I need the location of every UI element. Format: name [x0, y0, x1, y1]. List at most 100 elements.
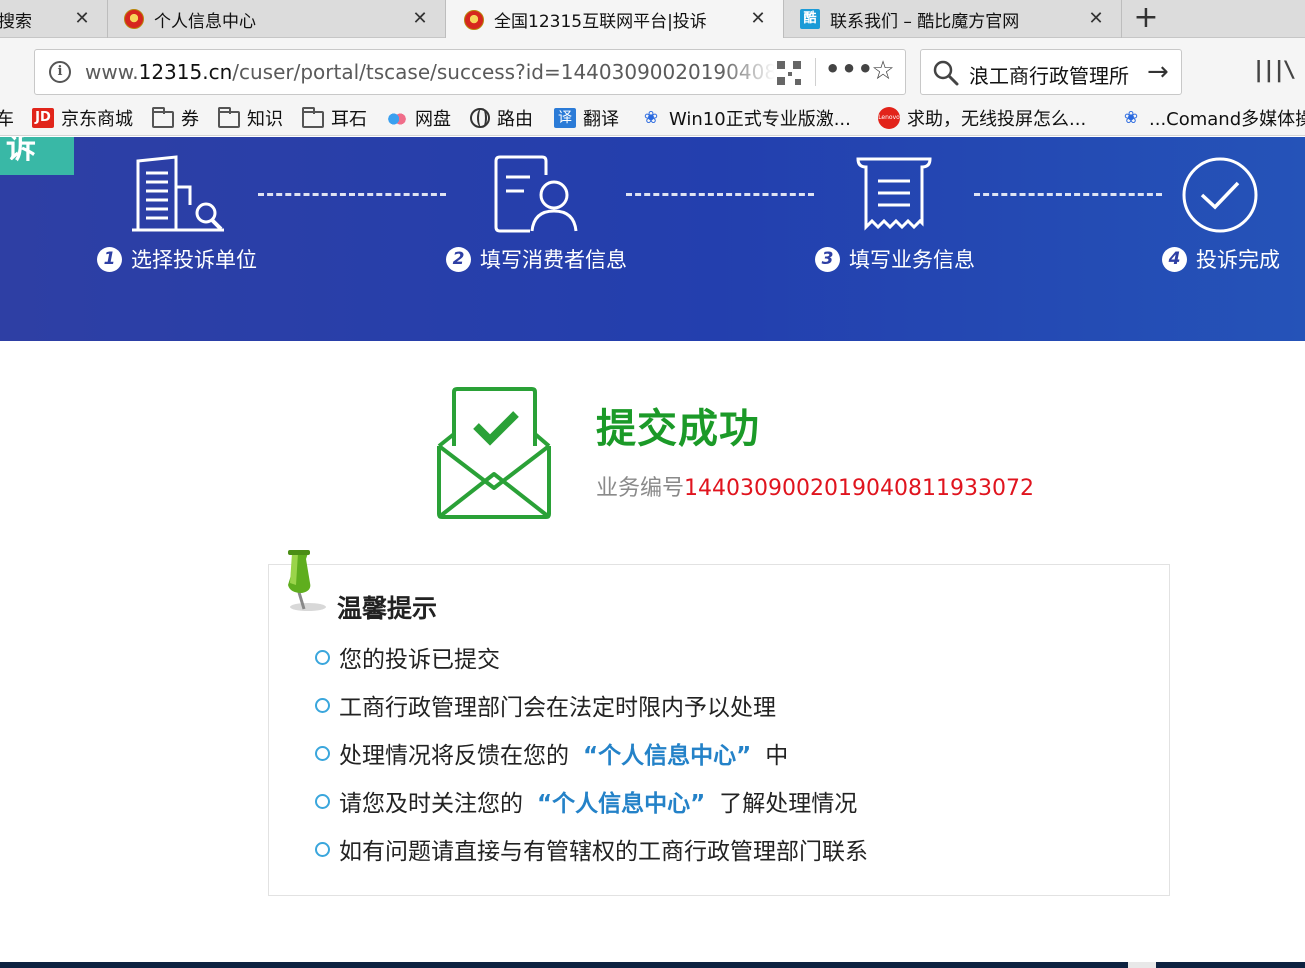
tab-title: 个人信息中心 [154, 11, 256, 32]
step-1: 1 选择投诉单位 [97, 244, 257, 274]
step-label: 填写业务信息 [849, 248, 975, 272]
step-number: 4 [1162, 246, 1187, 272]
more-actions-icon[interactable]: ••• [825, 54, 873, 88]
close-icon[interactable]: ✕ [746, 7, 770, 31]
footer-strip [0, 962, 1305, 968]
baidu-paw-icon: ❀ [643, 108, 659, 128]
step-label: 选择投诉单位 [131, 248, 257, 272]
tip-item: 如有问题请直接与有管辖权的工商行政管理部门联系 [313, 835, 868, 883]
arrow-right-icon[interactable]: → [1147, 56, 1169, 88]
folder-icon [218, 106, 240, 128]
step-4: 4 投诉完成 [1162, 244, 1280, 274]
tip-text: 请您及时关注您的 [339, 791, 523, 817]
circle-bullet-icon [315, 842, 330, 857]
bookmark-item[interactable]: Lenovo 求助，无线投屏怎么... [878, 106, 1086, 130]
building-search-icon [132, 155, 224, 232]
scrollbar-thumb[interactable] [1128, 962, 1156, 968]
step-number: 1 [97, 246, 122, 272]
business-number-line: 业务编号1440309002019040811933072 [596, 470, 1034, 502]
url-text[interactable]: www.12315.cn/cuser/portal/tscase/success… [85, 60, 775, 86]
tip-text: 您的投诉已提交 [339, 647, 500, 673]
bookmark-item[interactable]: 车 [0, 106, 14, 130]
step-label: 投诉完成 [1196, 248, 1280, 272]
success-title: 提交成功 [596, 406, 760, 452]
tab-kubi-contact[interactable]: 酷 联系我们 – 酷比魔方官网 ✕ [784, 0, 1122, 38]
bookmark-item[interactable]: JD 京东商城 [32, 106, 133, 130]
bookmark-item[interactable]: 译 翻译 [554, 106, 619, 130]
tips-title: 温馨提示 [337, 594, 438, 623]
progress-banner: 诉 1 选择投诉单位 2 填写消费者信息 3 填写业务信息 4 投诉完成 [0, 137, 1305, 341]
bookmark-star-icon[interactable]: ☆ [867, 54, 899, 88]
address-bar[interactable]: i www.12315.cn/cuser/portal/tscase/succe… [34, 49, 906, 95]
library-icon[interactable]: |||\ [1252, 58, 1296, 84]
circle-bullet-icon [315, 794, 330, 809]
bookmark-label: 路由 [497, 109, 533, 130]
bookmark-label: 网盘 [415, 109, 451, 130]
tip-text: 了解处理情况 [719, 791, 858, 817]
bookmark-folder[interactable]: 耳石 [302, 106, 367, 130]
url-path: /cuser/portal/tscase/success?id=14403090… [232, 60, 775, 84]
tab-strip: 搜索 ✕ 个人信息中心 ✕ 全国12315互联网平台|投诉 ✕ 酷 联系我们 –… [0, 0, 1305, 39]
search-bar[interactable]: 浪工商行政管理所 → [920, 49, 1182, 95]
tips-panel: 温馨提示 您的投诉已提交 工商行政管理部门会在法定时限内予以处理 处理情况将反馈… [268, 550, 1170, 896]
step-number: 3 [815, 246, 840, 272]
bookmark-label: 耳石 [331, 109, 367, 130]
receipt-icon [856, 157, 932, 231]
kubi-icon: 酷 [800, 9, 820, 29]
business-number-label: 业务编号 [596, 476, 685, 501]
envelope-check-icon [437, 387, 551, 519]
close-icon[interactable]: ✕ [1084, 7, 1108, 31]
circle-bullet-icon [315, 650, 330, 665]
bookmark-item[interactable]: ❀ ...Comand多媒体操 [1120, 106, 1305, 130]
info-icon[interactable]: i [49, 61, 71, 83]
step-number: 2 [446, 246, 471, 272]
circle-bullet-icon [315, 746, 330, 761]
folder-icon [152, 106, 174, 128]
bookmark-label: 求助，无线投屏怎么... [907, 109, 1087, 130]
user-card-icon [494, 155, 578, 233]
tab-search[interactable]: 搜索 ✕ [0, 0, 108, 38]
bookmark-item[interactable]: 网盘 [386, 106, 451, 130]
personal-center-link[interactable]: “个人信息中心” [537, 791, 705, 817]
close-icon[interactable]: ✕ [70, 7, 94, 31]
step-connector [974, 193, 1162, 196]
bookmark-folder[interactable]: 知识 [218, 106, 283, 130]
tab-12315-complaint[interactable]: 全国12315互联网平台|投诉 ✕ [446, 0, 784, 39]
folder-icon [302, 106, 324, 128]
bookmark-item[interactable]: 路由 [470, 106, 533, 130]
check-circle-icon [1182, 157, 1258, 233]
bookmark-label: ...Comand多媒体操 [1149, 109, 1305, 130]
bookmark-folder[interactable]: 券 [152, 106, 199, 130]
corner-badge: 诉 [0, 137, 74, 175]
pushpin-icon [288, 550, 326, 611]
close-icon[interactable]: ✕ [408, 7, 432, 31]
tab-title: 联系我们 – 酷比魔方官网 [830, 11, 1020, 32]
bookmark-item[interactable]: ❀ Win10正式专业版激... [640, 106, 851, 130]
circle-bullet-icon [315, 698, 330, 713]
step-connector [258, 193, 446, 196]
step-2: 2 填写消费者信息 [446, 244, 627, 274]
translate-icon: 译 [554, 108, 576, 128]
national-emblem-icon [464, 9, 484, 30]
url-domain: 12315.cn [138, 60, 233, 84]
bookmark-label: 车 [0, 109, 14, 130]
tab-title: 全国12315互联网平台|投诉 [494, 12, 707, 32]
bookmark-label: Win10正式专业版激... [669, 109, 851, 130]
tab-personal-center[interactable]: 个人信息中心 ✕ [108, 0, 446, 38]
qr-code-icon[interactable] [777, 61, 801, 85]
business-number-value: 1440309002019040811933072 [684, 476, 1034, 501]
lenovo-icon: Lenovo [878, 107, 900, 129]
step-3: 3 填写业务信息 [815, 244, 975, 274]
tip-text: 如有问题请直接与有管辖权的工商行政管理部门联系 [339, 839, 868, 865]
new-tab-button[interactable]: + [1126, 2, 1166, 36]
tip-text: 处理情况将反馈在您的 [339, 743, 569, 769]
tip-item: 您的投诉已提交 [313, 643, 868, 691]
search-input[interactable]: 浪工商行政管理所 [969, 60, 1129, 89]
step-connector [626, 193, 814, 196]
tab-title: 搜索 [0, 11, 32, 32]
globe-icon [470, 108, 490, 128]
personal-center-link[interactable]: “个人信息中心” [583, 743, 751, 769]
tip-item: 工商行政管理部门会在法定时限内予以处理 [313, 691, 868, 739]
bookmark-label: 京东商城 [61, 109, 133, 130]
jd-icon: JD [32, 108, 54, 128]
